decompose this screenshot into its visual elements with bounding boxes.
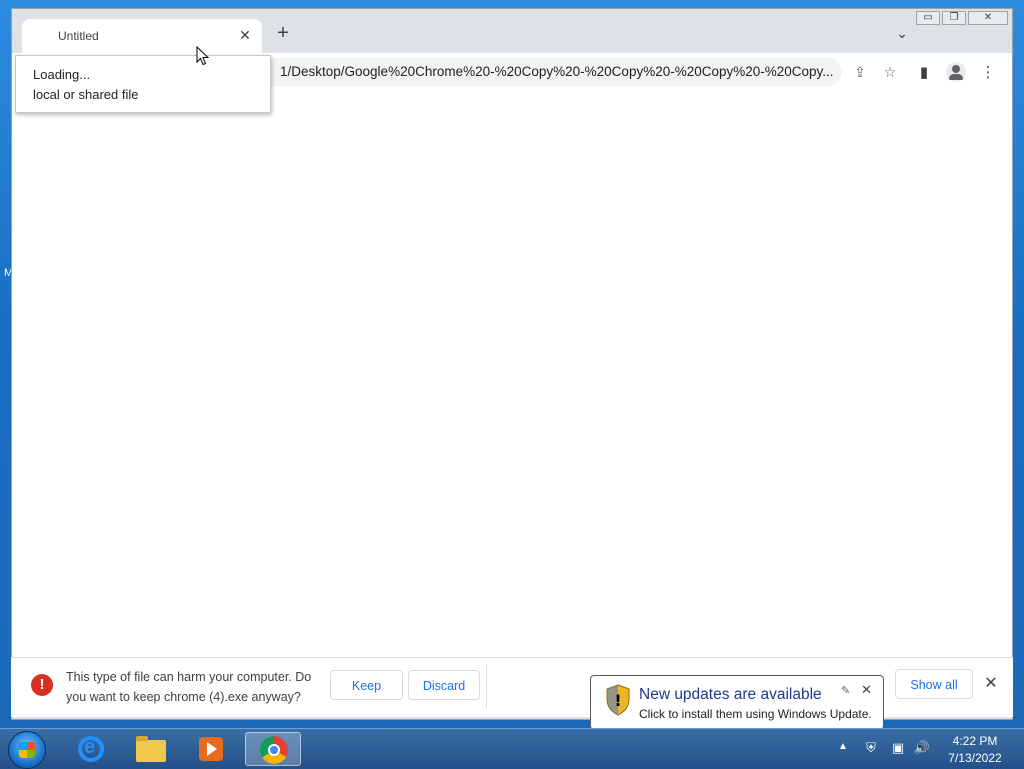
share-icon[interactable]: ⇪ xyxy=(852,64,868,80)
internet-explorer-icon xyxy=(78,736,104,762)
download-warning-message: This type of file can harm your computer… xyxy=(66,670,312,704)
new-tab-button[interactable]: + xyxy=(272,23,294,45)
show-all-button[interactable]: Show all xyxy=(895,669,973,699)
discard-button[interactable]: Discard xyxy=(408,670,480,700)
wrench-icon[interactable]: ✎ xyxy=(841,684,850,697)
volume-icon[interactable]: 🔊 xyxy=(913,739,931,757)
show-hidden-icons-button[interactable]: ▲ xyxy=(838,741,848,752)
start-button[interactable] xyxy=(8,731,46,769)
close-window-button[interactable]: ✕ xyxy=(968,11,1008,25)
more-vert-icon[interactable]: ⋮ xyxy=(978,63,998,83)
svg-text:!: ! xyxy=(614,691,621,710)
clock-time: 4:22 PM xyxy=(952,734,998,748)
chrome-icon xyxy=(260,736,288,764)
clock[interactable]: 4:22 PM 7/13/2022 xyxy=(935,733,1015,767)
taskbar-google-chrome[interactable] xyxy=(245,732,301,766)
warning-icon: ! xyxy=(31,674,53,696)
address-bar[interactable]: 1/Desktop/Google%20Chrome%20-%20Copy%20-… xyxy=(182,58,896,86)
tab-title: Untitled xyxy=(58,29,99,43)
folder-icon xyxy=(136,736,166,762)
windows-update-tray-icon[interactable]: ⛨ xyxy=(862,739,880,757)
divider xyxy=(486,664,487,708)
windows-update-notification[interactable]: ! New updates are available Click to ins… xyxy=(590,675,884,730)
taskbar: ▲ ⛨ ▣ 🔊 4:22 PM 7/13/2022 xyxy=(0,728,1024,769)
tooltip-title: Loading... xyxy=(33,67,91,82)
media-player-icon xyxy=(199,737,223,761)
tab-search-chevron-icon[interactable]: ⌄ xyxy=(896,25,908,42)
clock-date: 7/13/2022 xyxy=(948,751,1002,765)
mouse-cursor-icon xyxy=(196,46,210,66)
taskbar-internet-explorer[interactable] xyxy=(62,732,118,766)
window-controls: ▭ ❐ ✕ xyxy=(916,11,1008,25)
page-content xyxy=(12,91,1012,658)
notification-body: Click to install them using Windows Upda… xyxy=(639,707,872,721)
tooltip-subtitle: local or shared file xyxy=(33,87,139,102)
tab-tooltip: Loading... local or shared file xyxy=(15,55,271,113)
download-bar-close-icon[interactable]: ✕ xyxy=(981,674,1001,694)
side-panel-icon[interactable]: ▮ xyxy=(914,63,934,83)
notification-close-icon[interactable]: ✕ xyxy=(861,682,872,698)
taskbar-windows-explorer[interactable] xyxy=(122,732,178,766)
keep-button[interactable]: Keep xyxy=(330,670,403,700)
star-icon[interactable]: ☆ xyxy=(882,64,898,80)
tab-close-icon[interactable]: ✕ xyxy=(236,26,254,44)
chrome-window: ▭ ❐ ✕ Untitled ✕ + ⌄ 1/Desktop/Google%20… xyxy=(11,8,1013,720)
address-text[interactable]: 1/Desktop/Google%20Chrome%20-%20Copy%20-… xyxy=(280,64,840,79)
minimize-button[interactable]: ▭ xyxy=(916,11,940,25)
tab-untitled[interactable]: Untitled ✕ xyxy=(22,19,262,55)
network-icon[interactable]: ▣ xyxy=(889,739,907,757)
profile-icon[interactable] xyxy=(946,62,966,82)
restore-button[interactable]: ❐ xyxy=(942,11,966,25)
taskbar-media-player[interactable] xyxy=(182,732,238,766)
shield-warning-icon: ! xyxy=(606,684,630,716)
notification-title: New updates are available xyxy=(639,686,822,703)
